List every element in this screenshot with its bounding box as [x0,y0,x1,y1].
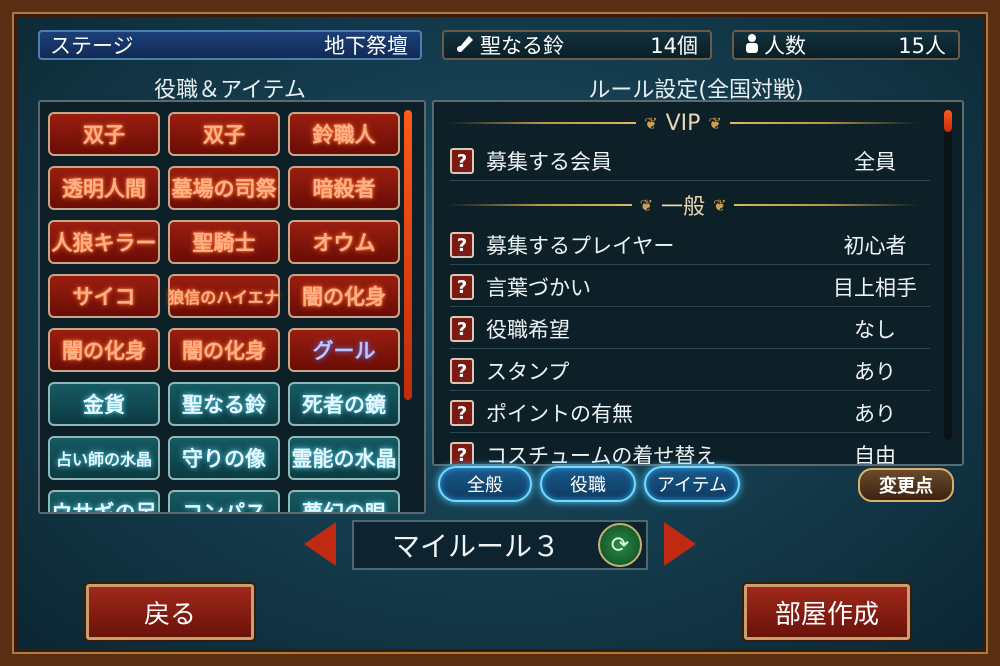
help-icon[interactable]: ? [450,358,474,384]
rule-row[interactable]: ? ポイントの有無 あり [450,394,930,433]
role-item-tile[interactable]: 闇の化身 [288,274,400,318]
rule-selector: マイルール３ ⟳ [352,520,648,570]
bell-value: 14個 [650,34,698,58]
people-label: 人数 [764,34,806,58]
bell-count-bar: 聖なる鈴 14個 [442,30,712,60]
role-item-tile[interactable]: 金貨 [48,382,160,426]
rule-name: マイルール３ [391,530,560,563]
prev-rule-arrow-icon[interactable] [304,522,336,566]
vip-section-label: VIP [665,110,701,136]
ornament-icon: ❦ [708,113,722,133]
vip-section-header: ❦ VIP ❦ [448,108,918,138]
role-item-tile[interactable]: 霊能の水晶 [288,436,400,480]
help-icon[interactable]: ? [450,232,474,258]
rule-value: 自由 [854,444,896,466]
bell-label: 聖なる鈴 [480,34,564,58]
rules-scrollbar[interactable] [944,110,952,440]
role-item-tile[interactable]: 闇の化身 [168,328,280,372]
general-section-header: ❦ 一般 ❦ [448,190,919,220]
tab-roles[interactable]: 役職 [540,466,636,502]
rule-label: 募集するプレイヤー [486,234,675,258]
role-item-tile[interactable]: 聖なる鈴 [168,382,280,426]
rules-scrollbar-thumb[interactable] [944,110,952,132]
role-item-tile[interactable]: 守りの像 [168,436,280,480]
refresh-icon[interactable]: ⟳ [598,523,642,567]
rule-row[interactable]: ? 役職希望 なし [450,310,930,349]
role-item-tile[interactable]: 透明人間 [48,166,160,210]
roles-scrollbar[interactable] [404,110,412,400]
rule-label: コスチュームの着せ替え [486,444,717,466]
role-item-tile[interactable]: 闇の化身 [48,328,160,372]
rule-value: 目上相手 [833,276,917,300]
role-item-tile[interactable]: 占い師の水晶 [48,436,160,480]
role-item-tile[interactable]: サイコ [48,274,160,318]
role-item-tile[interactable]: 墓場の司祭 [168,166,280,210]
help-icon[interactable]: ? [450,274,474,300]
role-item-tile[interactable]: オウム [288,220,400,264]
help-icon[interactable]: ? [450,400,474,426]
rule-value: 全員 [854,150,896,174]
bell-icon [444,32,476,59]
ornament-icon: ❦ [639,195,653,215]
rule-value: なし [854,318,896,342]
rule-label: スタンプ [486,360,570,384]
ornament-icon: ❦ [713,195,727,215]
tab-items[interactable]: アイテム [644,466,740,502]
rule-value: 初心者 [843,234,907,258]
player-count-bar: 人数 15人 [732,30,960,60]
rule-row[interactable]: ? 募集する会員 全員 [450,142,930,181]
roles-items-panel[interactable]: 双子 双子 鈴職人 透明人間 墓場の司祭 暗殺者 人狼キラー 聖騎士 オウム サイコ 狼信のハイエナ… [38,100,426,514]
rule-label: ポイントの有無 [486,402,633,426]
rule-value: あり [854,360,896,384]
stage-value: 地下祭壇 [324,34,408,58]
stage-bar: ステージ 地下祭壇 [38,30,422,60]
general-section-label: 一般 [661,195,706,220]
role-item-tile[interactable]: グール [288,328,400,372]
role-item-tile[interactable]: 暗殺者 [288,166,400,210]
back-button[interactable]: 戻る [86,584,254,640]
role-item-tile[interactable]: 狼信のハイエナ [168,274,280,318]
rule-settings-panel[interactable]: ❦ VIP ❦ ? 募集する会員 全員 ❦ 一般 ❦ ? 募集するプレイヤー 初… [432,100,964,466]
role-item-tile[interactable]: 聖騎士 [168,220,280,264]
role-item-tile[interactable]: 鈴職人 [288,112,400,156]
role-item-tile[interactable]: コンパス [168,490,280,512]
help-icon[interactable]: ? [450,316,474,342]
role-item-tile[interactable]: ウサギの足 [48,490,160,512]
rule-value: あり [854,402,896,426]
rule-row[interactable]: ? コスチュームの着せ替え 自由 [450,436,930,466]
role-item-tile[interactable]: 夢幻の眼 [288,490,400,512]
stage-label: ステージ [50,34,134,58]
role-item-tile[interactable]: 双子 [48,112,160,156]
rule-row[interactable]: ? スタンプ あり [450,352,930,391]
tab-general[interactable]: 全般 [438,466,532,502]
help-icon[interactable]: ? [450,148,474,174]
person-icon [734,33,760,58]
ornament-icon: ❦ [644,113,658,133]
role-item-tile[interactable]: 双子 [168,112,280,156]
role-item-tile[interactable]: 人狼キラー [48,220,160,264]
roles-items-grid: 双子 双子 鈴職人 透明人間 墓場の司祭 暗殺者 人狼キラー 聖騎士 オウム サイコ 狼信のハイエナ… [48,112,400,512]
create-room-button[interactable]: 部屋作成 [744,584,910,640]
rule-label: 役職希望 [486,318,570,342]
changes-button[interactable]: 変更点 [858,468,954,502]
help-icon[interactable]: ? [450,442,474,464]
rule-label: 言葉づかい [486,276,591,300]
rule-label: 募集する会員 [486,150,612,174]
rule-row[interactable]: ? 言葉づかい 目上相手 [450,268,930,307]
role-item-tile[interactable]: 死者の鏡 [288,382,400,426]
rule-row[interactable]: ? 募集するプレイヤー 初心者 [450,226,930,265]
next-rule-arrow-icon[interactable] [664,522,696,566]
people-value: 15人 [898,34,946,58]
